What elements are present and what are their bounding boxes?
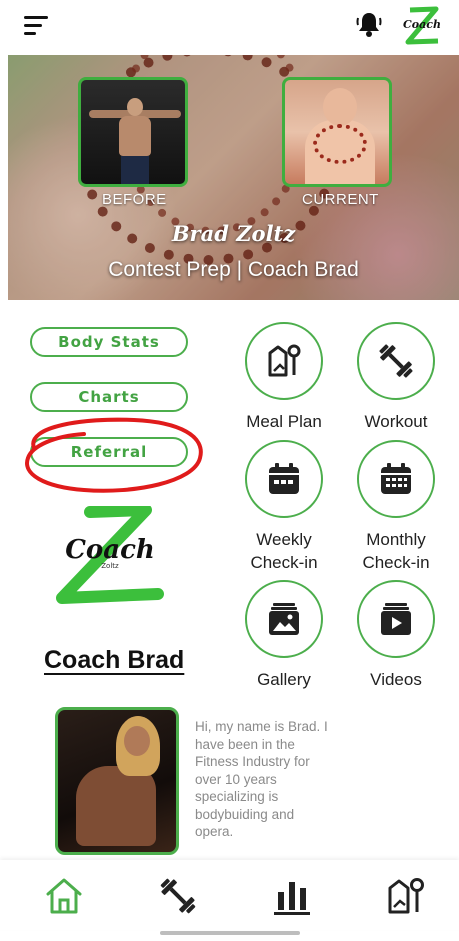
coach-title: Coach Brad — [44, 646, 185, 674]
charts-button[interactable]: Charts — [30, 382, 188, 412]
coach-bio: Hi, my name is Brad. I have been in the … — [195, 719, 328, 839]
coach-photo[interactable] — [55, 707, 179, 855]
meal-plan-tile[interactable]: Meal Plan — [229, 322, 339, 433]
gallery-tile[interactable]: Gallery — [229, 580, 339, 691]
tile-label-line: Check-in — [362, 553, 430, 572]
monthly-check-in-label: Monthly Check-in — [341, 528, 451, 574]
calendar-month-icon — [381, 463, 411, 494]
coach-logo-large: Coach Zoltz — [56, 506, 164, 604]
videos-icon — [381, 603, 411, 635]
tile-label-line: Weekly — [256, 530, 312, 549]
current-label: CURRENT — [302, 191, 379, 208]
monthly-check-in-tile[interactable]: Monthly Check-in — [341, 440, 451, 574]
body-stats-button[interactable]: Body Stats — [30, 327, 188, 357]
before-label: BEFORE — [102, 191, 167, 208]
menu-icon[interactable] — [24, 14, 52, 38]
svg-text:Zoltz: Zoltz — [101, 562, 119, 570]
svg-text:Coach: Coach — [65, 535, 155, 565]
home-icon[interactable] — [42, 874, 86, 918]
hero-name: Brad Zoltz — [171, 221, 296, 246]
current-photo[interactable] — [282, 77, 392, 187]
videos-label: Videos — [370, 670, 422, 689]
hero-subtitle: Contest Prep | Coach Brad — [108, 258, 359, 281]
referral-button[interactable]: Referral — [30, 437, 188, 467]
meal-plan-label: Meal Plan — [246, 412, 322, 431]
bottom-navigation — [0, 860, 459, 930]
tile-label-line: Monthly — [366, 530, 426, 549]
workout-tile[interactable]: Workout — [341, 322, 451, 433]
calendar-week-icon — [269, 463, 299, 494]
top-bar: Coach — [0, 0, 459, 54]
meal-plan-icon — [268, 344, 301, 377]
before-photo[interactable] — [78, 77, 188, 187]
bar-chart-icon[interactable] — [270, 874, 314, 918]
tile-label-line: Check-in — [250, 553, 318, 572]
dumbbell-nav-icon[interactable] — [156, 874, 200, 918]
meal-plan-nav-icon[interactable] — [384, 874, 428, 918]
svg-text:Coach: Coach — [403, 18, 441, 31]
workout-label: Workout — [364, 412, 428, 431]
bell-icon[interactable] — [356, 10, 382, 38]
gallery-label: Gallery — [257, 670, 311, 689]
weekly-check-in-label: Weekly Check-in — [229, 528, 339, 574]
coach-logo-small: Coach — [403, 6, 441, 45]
gesture-bar[interactable] — [160, 931, 300, 935]
dumbbell-icon — [379, 344, 413, 378]
gallery-icon — [269, 603, 299, 635]
weekly-check-in-tile[interactable]: Weekly Check-in — [229, 440, 339, 574]
hero-banner: BEFORE CURRENT Brad Zoltz Contest Prep |… — [8, 55, 459, 300]
videos-tile[interactable]: Videos — [341, 580, 451, 691]
